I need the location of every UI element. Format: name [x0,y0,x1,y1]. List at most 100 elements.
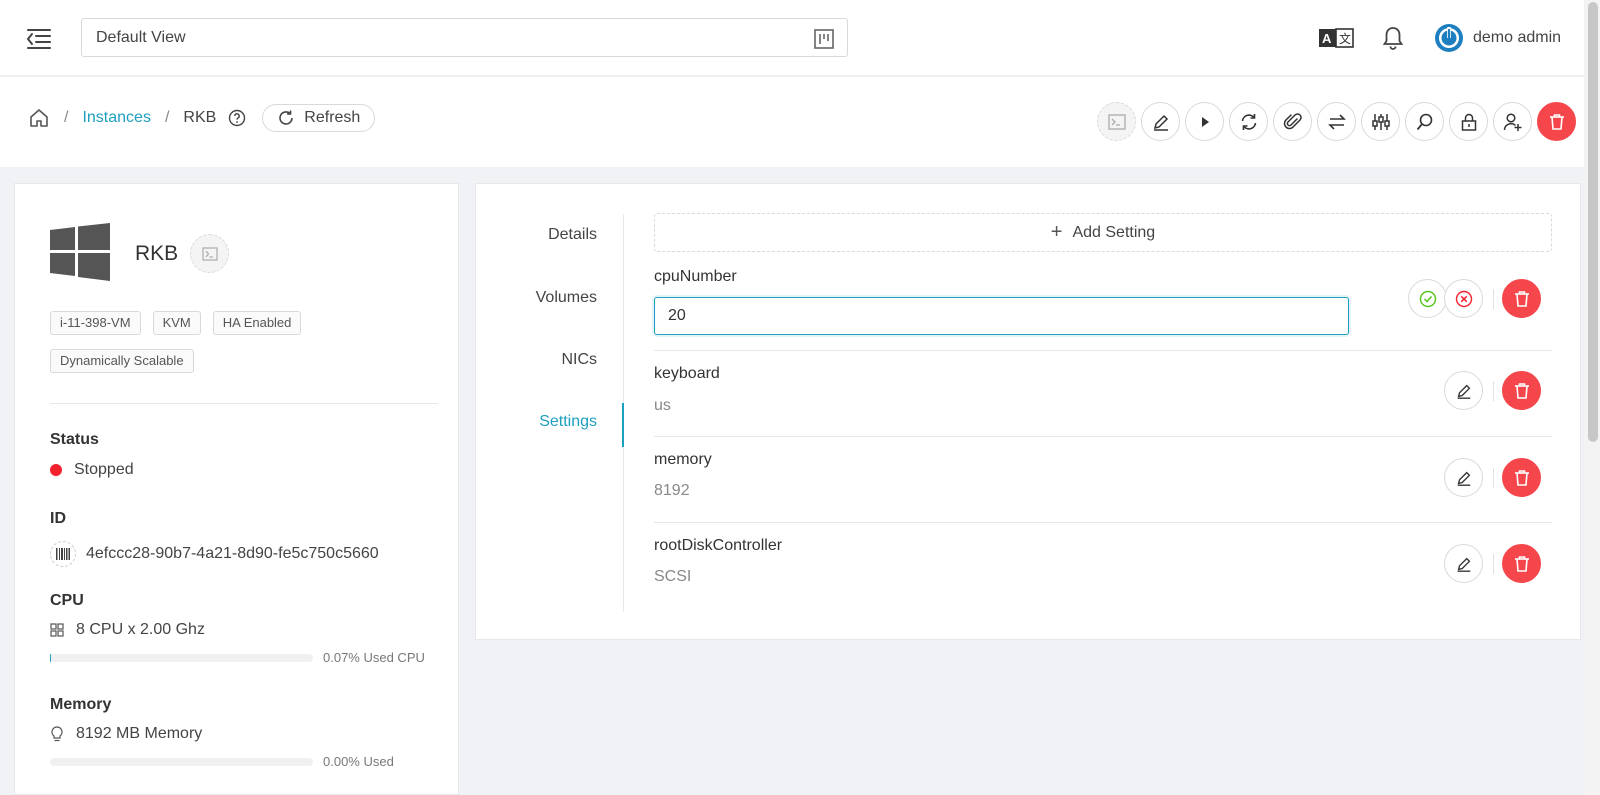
sliders-icon [1371,113,1390,130]
detail-tabs: Details Volumes NICs Settings [476,214,624,612]
delete-setting-button[interactable] [1502,279,1541,318]
edit-setting-button[interactable] [1444,544,1483,583]
translate-icon[interactable]: A文 [1318,26,1356,50]
top-header: Default View A文 demo admin [0,0,1600,76]
confirm-edit-button[interactable] [1408,279,1447,318]
memory-value: 8192 MB Memory [50,725,202,743]
tag-hypervisor: KVM [152,311,201,335]
setting-value: us [654,397,671,414]
edit-icon [1457,471,1470,486]
edit-setting-button[interactable] [1444,458,1483,497]
id-value: 4efccc28-90b7-4a21-8d90-fe5c750c5660 [50,541,379,567]
divider [1493,381,1494,401]
setting-value-input[interactable] [654,297,1349,335]
reinstall-icon [1241,113,1256,130]
refresh-button[interactable]: Refresh [262,104,376,132]
barcode-icon[interactable] [50,541,76,567]
id-label: ID [50,510,66,527]
diagnostics-button[interactable] [1405,102,1444,141]
instance-id: 4efccc28-90b7-4a21-8d90-fe5c750c5660 [86,545,379,562]
delete-icon [1514,469,1529,486]
add-setting-button[interactable]: + Add Setting [654,213,1552,252]
search-icon [1416,113,1432,130]
tag-instance-internal-name: i-11-398-VM [50,311,141,335]
check-circle-icon [1419,290,1436,307]
tab-volumes[interactable]: Volumes [536,289,597,307]
breadcrumb-separator: / [64,109,69,126]
delete-icon [1514,555,1529,572]
row-divider [654,436,1552,437]
user-add-icon [1503,112,1521,131]
breadcrumb-current: RKB [183,109,217,126]
view-select[interactable]: Default View [81,18,848,57]
project-board-icon [813,28,835,50]
breadcrumb-instances-link[interactable]: Instances [82,109,150,127]
tag-ha-enabled: HA Enabled [212,311,302,335]
home-icon[interactable] [28,107,50,129]
delete-setting-button[interactable] [1502,371,1541,410]
start-button[interactable] [1185,102,1224,141]
console-icon [1107,113,1126,130]
assign-user-button[interactable] [1493,102,1532,141]
scrollbar-thumb[interactable] [1588,2,1598,442]
instance-actions [1097,102,1581,141]
attach-iso-button[interactable] [1273,102,1312,141]
reinstall-button[interactable] [1229,102,1268,141]
reset-password-button[interactable] [1449,102,1488,141]
user-menu[interactable]: demo admin [1434,22,1561,54]
memory-usage-bar [50,758,313,766]
edit-icon [1457,557,1470,572]
edit-icon [1457,384,1470,399]
migrate-button[interactable] [1317,102,1356,141]
tag-dynamically-scalable: Dynamically Scalable [50,349,194,373]
edit-button[interactable] [1141,102,1180,141]
view-select-value: Default View [96,29,186,46]
bell-icon[interactable] [1382,25,1404,51]
appstore-icon [50,623,64,637]
console-button[interactable] [1097,102,1136,141]
question-circle-icon[interactable] [228,109,246,127]
memory-label: Memory [50,696,112,713]
row-divider [654,522,1552,523]
cpu-value: 8 CPU x 2.00 Ghz [50,621,205,639]
setting-key: cpuNumber [654,268,737,285]
user-name: demo admin [1473,29,1562,46]
delete-icon [1514,290,1529,307]
instance-tags: i-11-398-VM KVM HA Enabled Dynamically S… [50,311,350,387]
divider [1493,468,1494,488]
cpu-usage-bar [50,654,313,662]
cancel-edit-button[interactable] [1444,279,1483,318]
memory-usage-text: 0.00% Used [323,754,394,769]
breadcrumb: / Instances / RKB Refresh [28,103,376,133]
menu-fold-icon[interactable] [24,24,54,54]
edit-icon [1153,114,1168,131]
instance-console-button[interactable] [190,234,229,273]
breadcrumb-separator: / [164,109,170,126]
cpu-usage-text: 0.07% Used CPU [323,650,425,665]
status-label: Status [50,431,99,448]
add-setting-label: Add Setting [1072,223,1156,241]
page-scrollbar[interactable] [1584,0,1600,795]
instance-summary-card: RKB i-11-398-VM KVM HA Enabled Dynamical… [14,183,459,795]
tab-settings[interactable]: Settings [539,413,597,431]
tab-nics[interactable]: NICs [561,351,597,369]
cpu-label: CPU [50,592,84,609]
paperclip-icon [1283,112,1302,129]
divider [1493,554,1494,574]
setting-key: rootDiskController [654,537,783,554]
console-icon [201,246,218,261]
divider [1493,289,1494,309]
tab-details[interactable]: Details [548,226,597,244]
delete-icon [1514,382,1529,399]
close-circle-icon [1455,290,1472,307]
delete-setting-button[interactable] [1502,458,1541,497]
setting-value: SCSI [654,568,692,585]
scale-button[interactable] [1361,102,1400,141]
delete-instance-button[interactable] [1537,102,1576,141]
edit-setting-button[interactable] [1444,371,1483,410]
instance-detail-card: Details Volumes NICs Settings + Add Sett… [475,183,1581,640]
divider [50,403,438,404]
swap-icon [1327,113,1346,130]
cpu-text: 8 CPU x 2.00 Ghz [76,621,205,638]
delete-setting-button[interactable] [1502,544,1541,583]
